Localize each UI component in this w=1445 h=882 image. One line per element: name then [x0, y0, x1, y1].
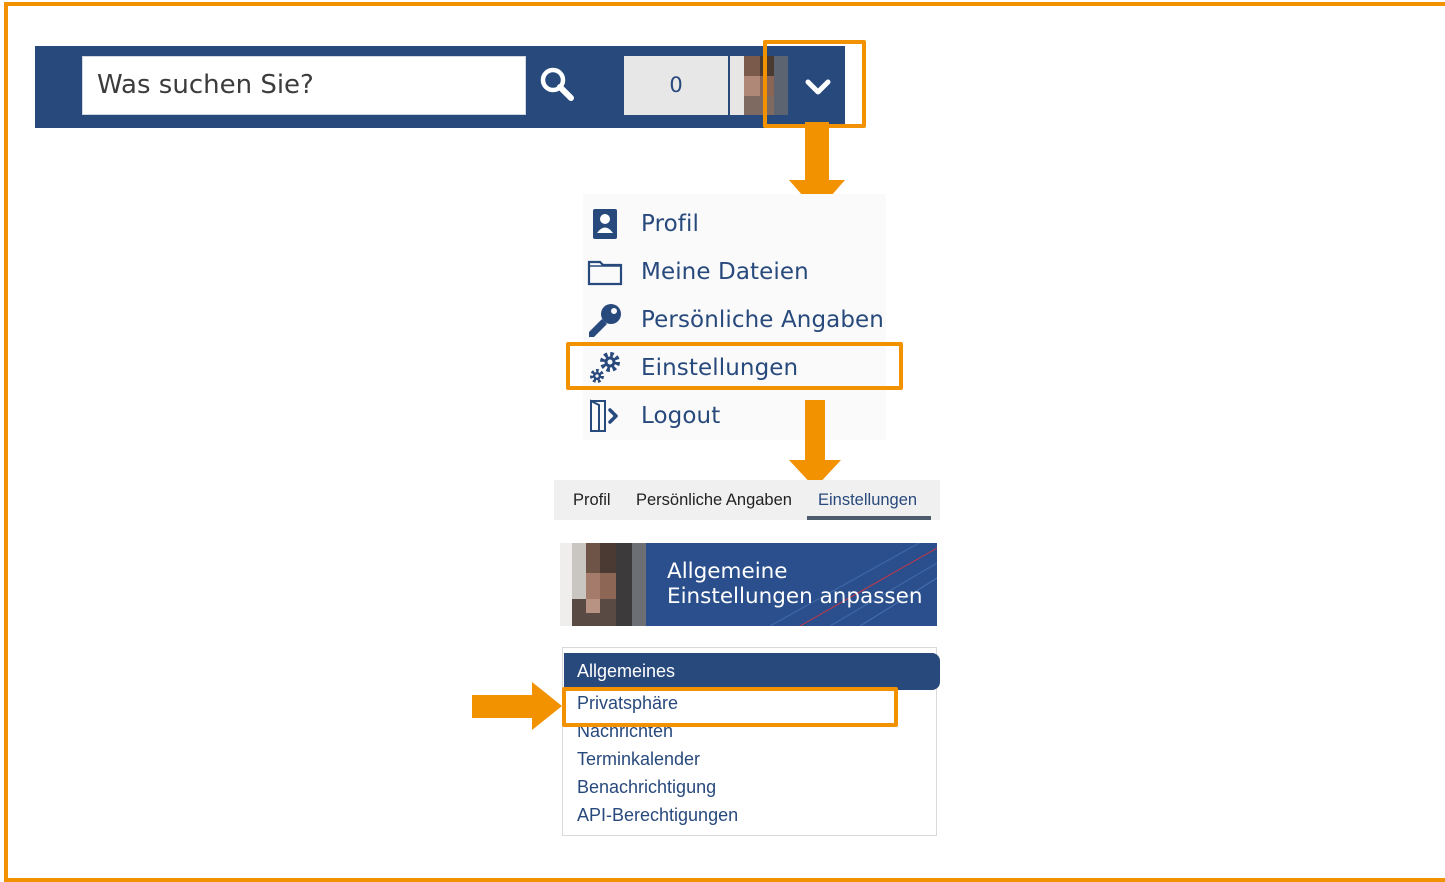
settings-banner: Allgemeine Einstellungen anpassen — [560, 543, 937, 626]
menu-item-label: Logout — [641, 403, 721, 429]
key-icon — [589, 304, 621, 337]
settings-nav-header[interactable]: Allgemeines — [564, 653, 940, 690]
arrow-right-indicator — [472, 682, 562, 730]
menu-item-label: Profil — [641, 211, 699, 237]
logout-icon — [590, 399, 618, 432]
search-icon — [540, 67, 574, 101]
banner-title: Allgemeine Einstellungen anpassen — [667, 559, 922, 609]
highlight-dropdown-button — [763, 40, 866, 128]
tab-einstellungen[interactable]: Einstellungen — [818, 480, 917, 520]
arrow-down-indicator — [789, 400, 841, 488]
tab-persoenliche-angaben[interactable]: Persönliche Angaben — [636, 480, 792, 520]
folder-icon — [587, 260, 623, 286]
banner-title-line1: Allgemeine — [667, 559, 788, 584]
nav-link-benachrichtigung[interactable]: Benachrichtigung — [577, 777, 716, 798]
profile-tabs: Profil Persönliche Angaben Einstellungen — [554, 480, 940, 520]
highlight-privatsphaere — [562, 687, 898, 727]
active-tab-indicator — [807, 516, 931, 520]
menu-item-meine-dateien[interactable]: Meine Dateien — [583, 252, 886, 292]
menu-item-label: Persönliche Angaben — [641, 307, 884, 333]
banner-title-line2: Einstellungen anpassen — [667, 584, 923, 609]
tab-profil[interactable]: Profil — [573, 480, 611, 520]
nav-link-api-berechtigungen[interactable]: API-Berechtigungen — [577, 805, 738, 826]
nav-link-terminkalender[interactable]: Terminkalender — [577, 749, 700, 770]
search-button[interactable] — [535, 62, 579, 106]
notification-counter[interactable]: 0 — [624, 56, 728, 115]
menu-item-profil[interactable]: Profil — [583, 204, 886, 244]
menu-item-persoenliche-angaben[interactable]: Persönliche Angaben — [583, 300, 886, 340]
banner-user-photo — [560, 543, 646, 626]
menu-item-label: Meine Dateien — [641, 259, 809, 285]
user-icon — [593, 209, 617, 239]
highlight-einstellungen — [566, 342, 903, 390]
search-input[interactable]: Was suchen Sie? — [82, 56, 526, 115]
